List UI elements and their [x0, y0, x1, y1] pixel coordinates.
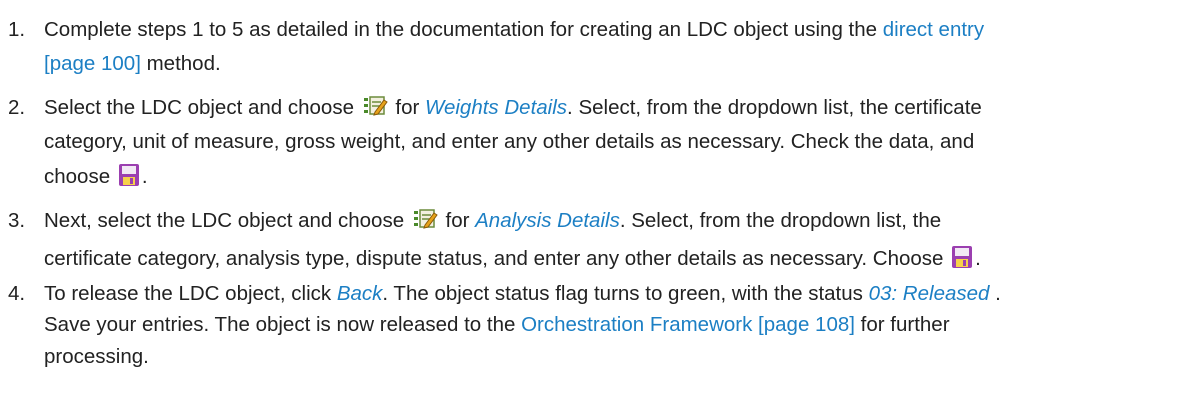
step-3-line-2: certificate category, analysis type, dis…: [44, 245, 981, 277]
step-1-line-1: Complete steps 1 to 5 as detailed in the…: [44, 16, 984, 44]
save-icon: [118, 163, 140, 195]
direct-entry-link[interactable]: direct entry: [883, 18, 984, 41]
back-label: Back: [336, 282, 383, 305]
step-4-text-2-end: for further: [854, 313, 950, 336]
step-3-line-1: Next, select the LDC object and choose f…: [44, 207, 941, 239]
analysis-details-label: Analysis Details: [475, 209, 620, 232]
step-2-end: .: [141, 165, 148, 188]
step-3-number: 3.: [8, 209, 26, 232]
procedure-steps: 1. Complete steps 1 to 5 as detailed in …: [0, 0, 1184, 410]
step-4-line-3: processing.: [44, 345, 149, 368]
step-1-text-end: method.: [140, 52, 221, 75]
step-2-line-1: Select the LDC object and choose for Wei…: [44, 94, 982, 126]
step-4-text-2: Save your entries. The object is now rel…: [44, 313, 522, 336]
step-4-line-1: To release the LDC object, click Back. T…: [44, 280, 1001, 308]
step-3-text-2: certificate category, analysis type, dis…: [44, 247, 950, 270]
step-4-text-end: .: [989, 282, 1001, 305]
step-1-line-2: [page 100] method.: [44, 50, 221, 78]
step-1-number: 1.: [8, 18, 26, 41]
orchestration-framework-link[interactable]: Orchestration Framework [page 108]: [521, 313, 855, 336]
released-status-label: 03: Released: [868, 282, 990, 305]
step-3-text-end: . Select, from the dropdown list, the: [619, 209, 942, 232]
step-2-text: Select the LDC object and choose: [44, 96, 360, 119]
step-2-choose: choose: [44, 165, 116, 188]
step-4-line-2: Save your entries. The object is now rel…: [44, 311, 950, 339]
save-icon: [951, 245, 973, 277]
weights-details-label: Weights Details: [425, 96, 568, 119]
step-4-text: To release the LDC object, click: [44, 282, 337, 305]
step-3-text: Next, select the LDC object and choose: [44, 209, 410, 232]
step-2-text-for: for: [389, 96, 425, 119]
step-2-text-end: . Select, from the dropdown list, the ce…: [567, 96, 982, 119]
step-3-text-for: for: [439, 209, 476, 232]
step-4-number: 4.: [8, 282, 26, 305]
step-2-line-2: category, unit of measure, gross weight,…: [44, 130, 975, 153]
step-2-number: 2.: [8, 96, 26, 119]
step-4-text-mid: . The object status flag turns to green,…: [382, 282, 869, 305]
step-2-line-3: choose .: [44, 163, 148, 195]
step-1-text: Complete steps 1 to 5 as detailed in the…: [44, 18, 883, 41]
direct-entry-page-link[interactable]: [page 100]: [44, 52, 141, 75]
edit-details-icon: [412, 207, 438, 239]
edit-details-icon: [362, 94, 388, 126]
step-3-end: .: [975, 247, 981, 270]
